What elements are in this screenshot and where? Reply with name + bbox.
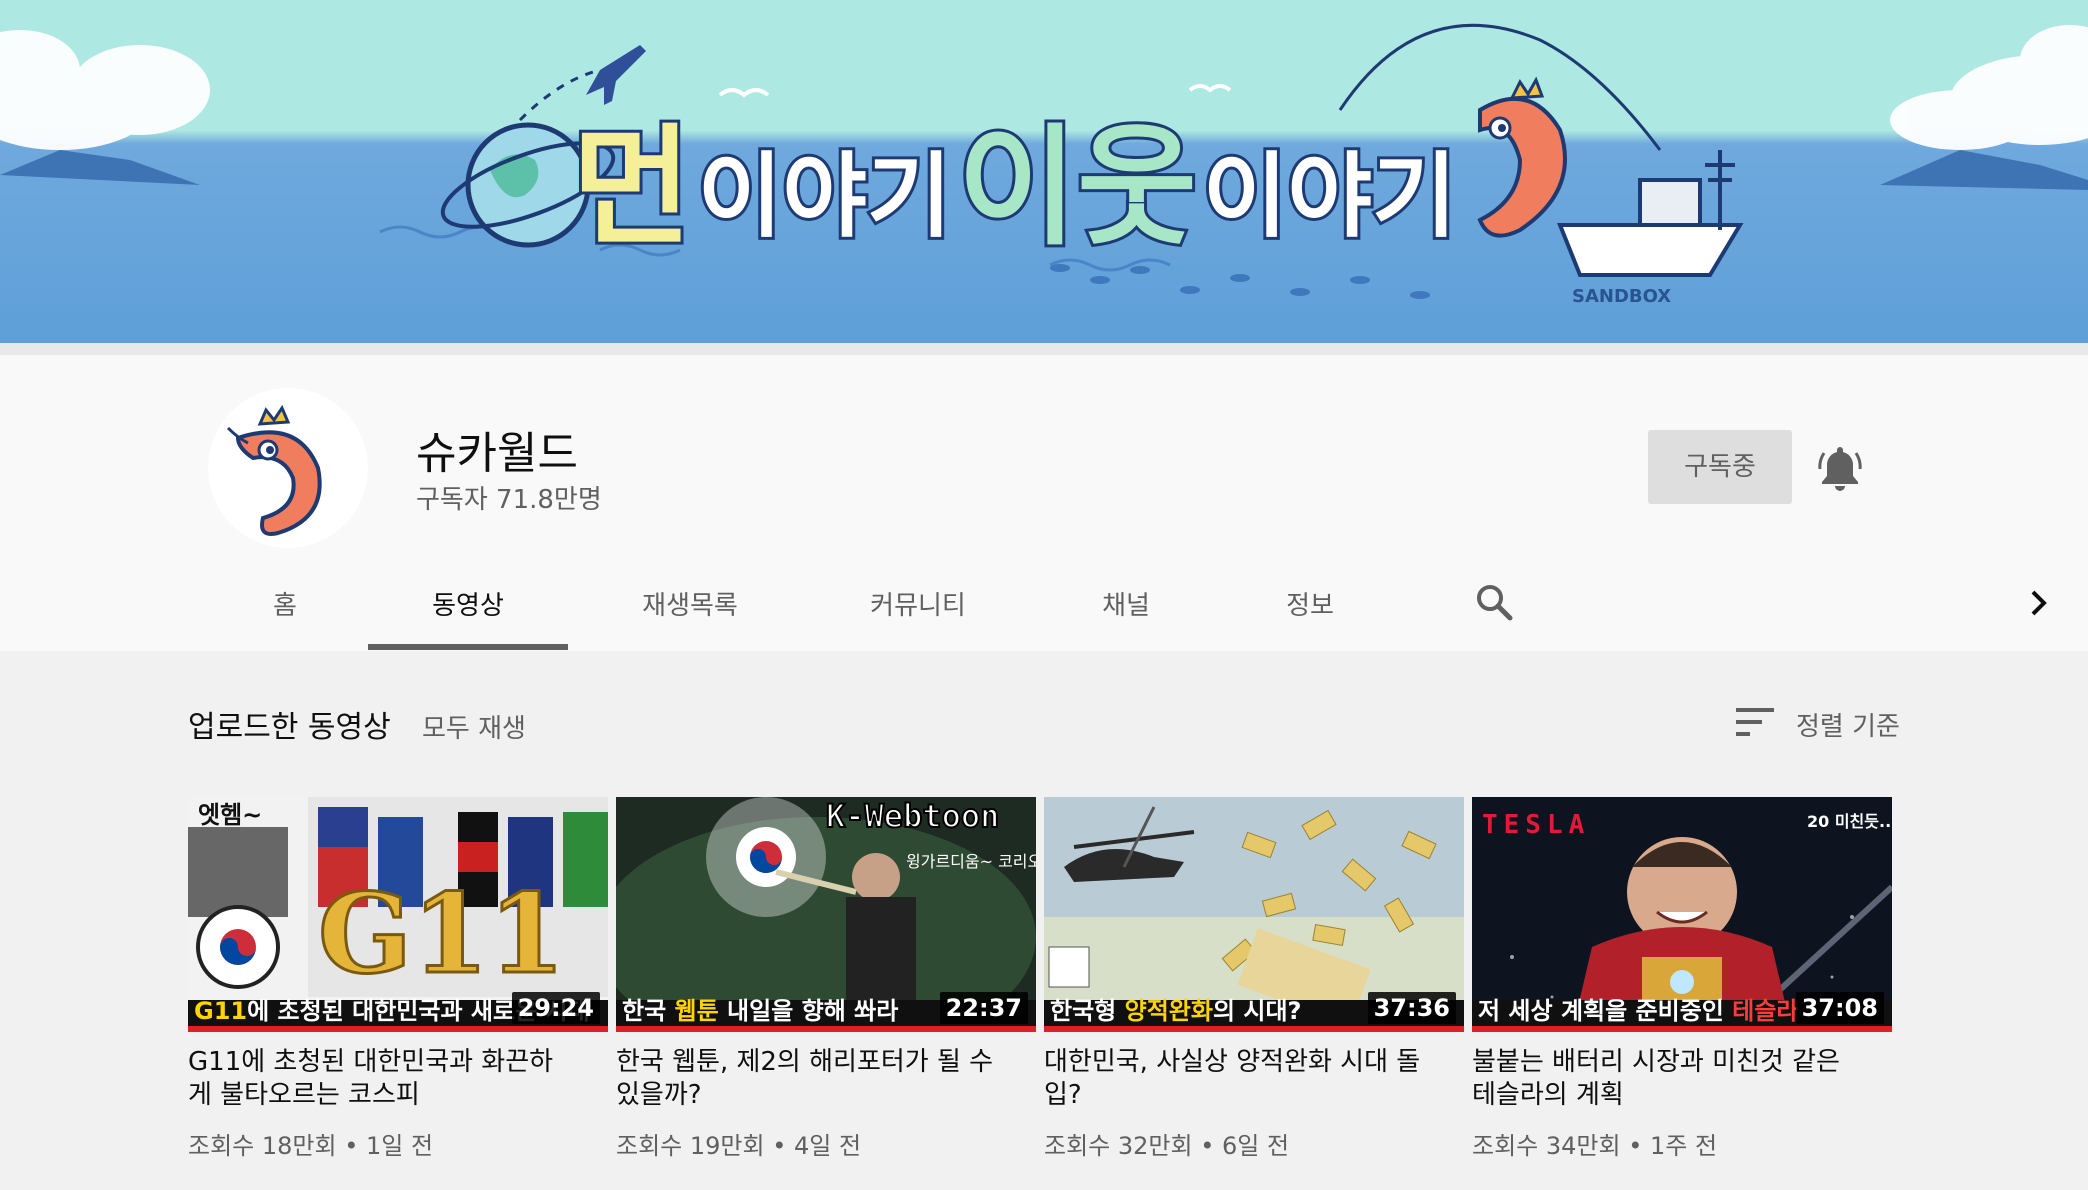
video-meta: 조회수 34만회 • 1주 전 <box>1472 1132 1718 1160</box>
channel-header: 슈카월드 구독자 71.8만명 구독중 홈 동영상 재생목록 커뮤니티 채널 정… <box>0 355 2088 651</box>
video-title[interactable]: 불붙는 배터리 시장과 미친것 같은 테슬라의 계획 <box>1472 1046 1852 1112</box>
banner-title-part3: 이웃 <box>958 111 1197 263</box>
thumbnail-text: K-Webtoon <box>826 797 999 835</box>
thumbnail-sticker: 엣헴~ <box>198 801 262 829</box>
tab-home[interactable]: 홈 <box>230 580 340 651</box>
banner-title-part1: 먼 <box>572 111 692 263</box>
video-card[interactable]: G11 엣헴~ G11에 초청된 대한민국과 새로운 시대 29:24 G11에… <box>188 797 608 1161</box>
sort-button[interactable]: 정렬 기준 <box>1796 706 1900 743</box>
banner-divider <box>0 343 2088 355</box>
play-all-link[interactable]: 모두 재생 <box>422 708 526 745</box>
thumbnail-sticker: 윙가르디움~ 코리오우싸~ <box>906 852 1036 871</box>
tab-channels[interactable]: 채널 <box>1076 580 1176 651</box>
video-meta: 조회수 18만회 • 1일 전 <box>188 1132 434 1160</box>
video-duration: 37:36 <box>1367 992 1456 1024</box>
video-card[interactable]: TESLA 20 미친듯.. 저 세상 계획을 준비중인 테슬라 37:08 불… <box>1472 797 1892 1161</box>
boat <box>1557 150 1744 277</box>
tab-community[interactable]: 커뮤니티 <box>838 580 998 651</box>
video-thumbnail[interactable]: 한국형 양적완화의 시대? 37:36 <box>1044 797 1464 1032</box>
video-card[interactable]: 한국형 양적완화의 시대? 37:36 대한민국, 사실상 양적완화 시대 돌입… <box>1044 797 1464 1161</box>
channel-banner: 먼 이야기 이웃 이야기 SANDBOX <box>0 0 2088 343</box>
caption-rest: 내일을 향해 쏴라 <box>718 997 899 1025</box>
video-thumbnail[interactable]: TESLA 20 미친듯.. 저 세상 계획을 준비중인 테슬라 37:08 <box>1472 797 1892 1032</box>
caption-highlight: 웹툰 <box>674 997 719 1025</box>
tab-playlists[interactable]: 재생목록 <box>610 580 770 651</box>
caption-highlight: 테슬라 <box>1732 997 1799 1025</box>
video-title[interactable]: 한국 웹툰, 제2의 해리포터가 될 수 있을까? <box>616 1046 996 1112</box>
thumbnail-text: G11 <box>318 869 565 998</box>
channel-avatar[interactable] <box>208 388 368 548</box>
caption-prefix: 한국형 <box>1050 997 1125 1025</box>
subscribed-button[interactable]: 구독중 <box>1648 430 1792 504</box>
channel-name: 슈카월드 <box>416 428 578 479</box>
uploads-title: 업로드한 동영상 <box>188 710 391 745</box>
thumbnail-sticker: 20 미친듯.. <box>1807 812 1891 831</box>
sort-icon[interactable] <box>1736 706 1774 738</box>
thumbnail-text: TESLA <box>1482 810 1590 840</box>
banner-title-part2: 이야기 <box>698 143 952 250</box>
sandbox-label: SANDBOX <box>1572 286 1671 307</box>
thumbnail-caption: 한국 웹툰 내일을 향해 쏴라 <box>622 991 898 1026</box>
video-title[interactable]: G11에 초청된 대한민국과 화끈하게 불타오르는 코스피 <box>188 1046 568 1112</box>
shrimp-mascot <box>1477 76 1567 238</box>
video-meta: 조회수 19만회 • 4일 전 <box>616 1132 862 1160</box>
chevron-right-icon[interactable] <box>2024 588 2054 618</box>
banner-artwork: 먼 이야기 이웃 이야기 SANDBOX <box>0 23 2088 307</box>
caption-highlight: G11 <box>194 997 248 1025</box>
video-thumbnail[interactable]: K-Webtoon 윙가르디움~ 코리오우싸~ 한국 웹툰 내일을 향해 쏴라 … <box>616 797 1036 1032</box>
video-meta: 조회수 32만회 • 6일 전 <box>1044 1132 1290 1160</box>
thumbnail-caption: 한국형 양적완화의 시대? <box>1050 991 1301 1026</box>
caption-rest: 의 시대? <box>1212 997 1302 1025</box>
caption-prefix: 한국 <box>622 997 675 1025</box>
search-icon[interactable] <box>1474 582 1514 622</box>
subscriber-count: 구독자 71.8만명 <box>416 485 602 515</box>
caption-prefix: 저 세상 계획을 준비중인 <box>1478 997 1733 1025</box>
thumbnail-caption: 저 세상 계획을 준비중인 테슬라 <box>1478 991 1798 1026</box>
video-duration: 37:08 <box>1795 992 1884 1024</box>
video-title[interactable]: 대한민국, 사실상 양적완화 시대 돌입? <box>1044 1046 1424 1112</box>
tab-about[interactable]: 정보 <box>1260 580 1360 651</box>
video-card[interactable]: K-Webtoon 윙가르디움~ 코리오우싸~ 한국 웹툰 내일을 향해 쏴라 … <box>616 797 1036 1161</box>
tab-videos[interactable]: 동영상 <box>368 580 568 651</box>
video-thumbnail[interactable]: G11 엣헴~ G11에 초청된 대한민국과 새로운 시대 29:24 <box>188 797 608 1032</box>
caption-highlight: 양적완화 <box>1124 997 1213 1025</box>
channel-tabs: 홈 동영상 재생목록 커뮤니티 채널 정보 <box>0 580 2088 651</box>
shrimp-avatar-icon <box>226 404 322 536</box>
video-duration: 22:37 <box>939 992 1028 1024</box>
active-tab-indicator <box>368 644 568 650</box>
video-duration: 29:24 <box>511 992 600 1024</box>
banner-title-part4: 이야기 <box>1203 143 1457 250</box>
bell-icon[interactable] <box>1818 443 1862 491</box>
